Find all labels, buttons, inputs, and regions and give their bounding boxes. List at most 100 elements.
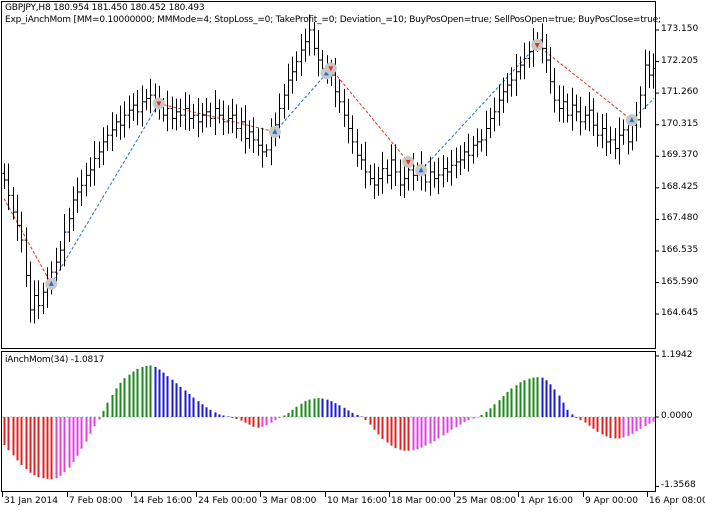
price-bar	[200, 103, 205, 133]
time-axis-label: 24 Feb 00:00	[198, 496, 258, 506]
price-bar	[436, 157, 441, 195]
sell-trade-line	[536, 44, 633, 121]
price-bar	[135, 90, 140, 126]
price-bar	[458, 145, 463, 176]
price-axis-label: 171.260	[661, 87, 699, 98]
price-bar	[221, 100, 226, 136]
price-bar	[462, 142, 467, 169]
price-bar	[337, 79, 342, 113]
price-bar	[591, 98, 596, 136]
price-bar	[204, 98, 209, 128]
price-bar	[617, 117, 622, 165]
time-axis-label: 3 Mar 08:00	[262, 496, 317, 506]
price-bar	[2, 163, 7, 189]
price-bar	[170, 96, 175, 130]
price-bar	[402, 164, 407, 198]
price-bar	[243, 105, 248, 154]
price-bar	[183, 92, 188, 130]
buy-signal-icon	[625, 114, 638, 127]
price-axis-label: 170.315	[661, 118, 699, 129]
price-bar	[638, 86, 643, 128]
indicator-axis-label: 1.1942	[661, 349, 693, 360]
price-axis-label: 168.425	[661, 181, 699, 192]
buy-trade-line	[420, 44, 538, 171]
price-bar	[393, 144, 398, 187]
price-bar	[101, 127, 106, 166]
price-bar	[471, 135, 476, 164]
sell-signal-icon	[531, 39, 544, 52]
price-bar	[178, 98, 183, 127]
price-bar	[97, 141, 102, 168]
price-bar	[368, 164, 373, 186]
price-bar	[445, 157, 450, 183]
price-bar	[342, 88, 347, 127]
price-bar	[600, 114, 605, 149]
buy-signal-icon	[45, 277, 58, 290]
price-bar	[127, 95, 132, 129]
price-bar	[544, 34, 549, 73]
price-bar	[84, 162, 89, 197]
buy-trade-line	[50, 103, 160, 285]
price-axis-label: 165.590	[661, 276, 699, 287]
price-bar	[466, 133, 471, 172]
price-bar	[484, 110, 489, 156]
price-bar	[62, 213, 67, 267]
price-axis-label: 172.205	[661, 55, 699, 66]
indicator-title: iAnchMom(34) -1.0817	[5, 355, 105, 365]
price-bar	[122, 101, 127, 138]
price-bar	[613, 128, 618, 160]
chart-canvas	[1, 1, 659, 497]
price-bar	[316, 30, 321, 77]
price-bar	[518, 56, 523, 80]
price-bar	[191, 103, 196, 129]
price-bar	[565, 93, 570, 123]
time-axis-label: 31 Jan 2014	[4, 496, 58, 506]
price-bar	[359, 144, 364, 170]
price-bar	[230, 98, 235, 134]
price-bar	[294, 51, 299, 82]
price-bar	[24, 227, 29, 287]
price-bar	[75, 177, 80, 214]
sell-trade-line	[3, 198, 52, 285]
price-bar	[32, 280, 37, 324]
price-bar	[475, 128, 480, 158]
price-bar	[578, 96, 583, 136]
time-axis-label: 1 Apr 16:00	[520, 496, 573, 506]
price-bar	[217, 99, 222, 124]
price-bar	[303, 28, 308, 62]
price-bar	[131, 93, 136, 122]
price-bar	[608, 126, 613, 154]
price-bar	[583, 106, 588, 130]
buy-signal-icon	[268, 125, 281, 138]
price-bar	[479, 129, 484, 152]
price-bar	[647, 50, 652, 88]
price-bar	[604, 113, 609, 156]
price-bar	[247, 120, 252, 149]
price-bar	[561, 85, 566, 123]
sell-signal-icon	[402, 155, 415, 168]
price-bar	[286, 63, 291, 110]
time-axis-label: 18 Mar 00:00	[391, 496, 452, 506]
price-bar	[208, 102, 213, 127]
price-bar	[15, 194, 20, 241]
price-axis-label: 173.150	[661, 24, 699, 34]
price-bar	[312, 22, 317, 56]
price-bar	[570, 87, 575, 131]
price-bar	[346, 98, 351, 144]
price-bar	[385, 159, 390, 184]
price-bar	[269, 118, 274, 166]
chart-title: GBPJPY,H8 180.954 181.450 180.452 180.49…	[5, 3, 205, 13]
price-bar	[501, 77, 506, 113]
price-axis-label: 169.370	[661, 150, 699, 161]
price-bar	[350, 115, 355, 154]
price-bar	[282, 83, 287, 119]
time-axis-label: 16 Apr 08:00	[649, 496, 705, 506]
price-bar	[376, 166, 381, 196]
price-bar	[226, 105, 231, 134]
price-bar	[260, 127, 265, 168]
price-bar	[514, 54, 519, 97]
price-bar	[299, 34, 304, 77]
price-bar	[380, 151, 385, 194]
price-bar	[432, 161, 437, 188]
indicator-axis-label: 0.0000	[661, 411, 693, 421]
